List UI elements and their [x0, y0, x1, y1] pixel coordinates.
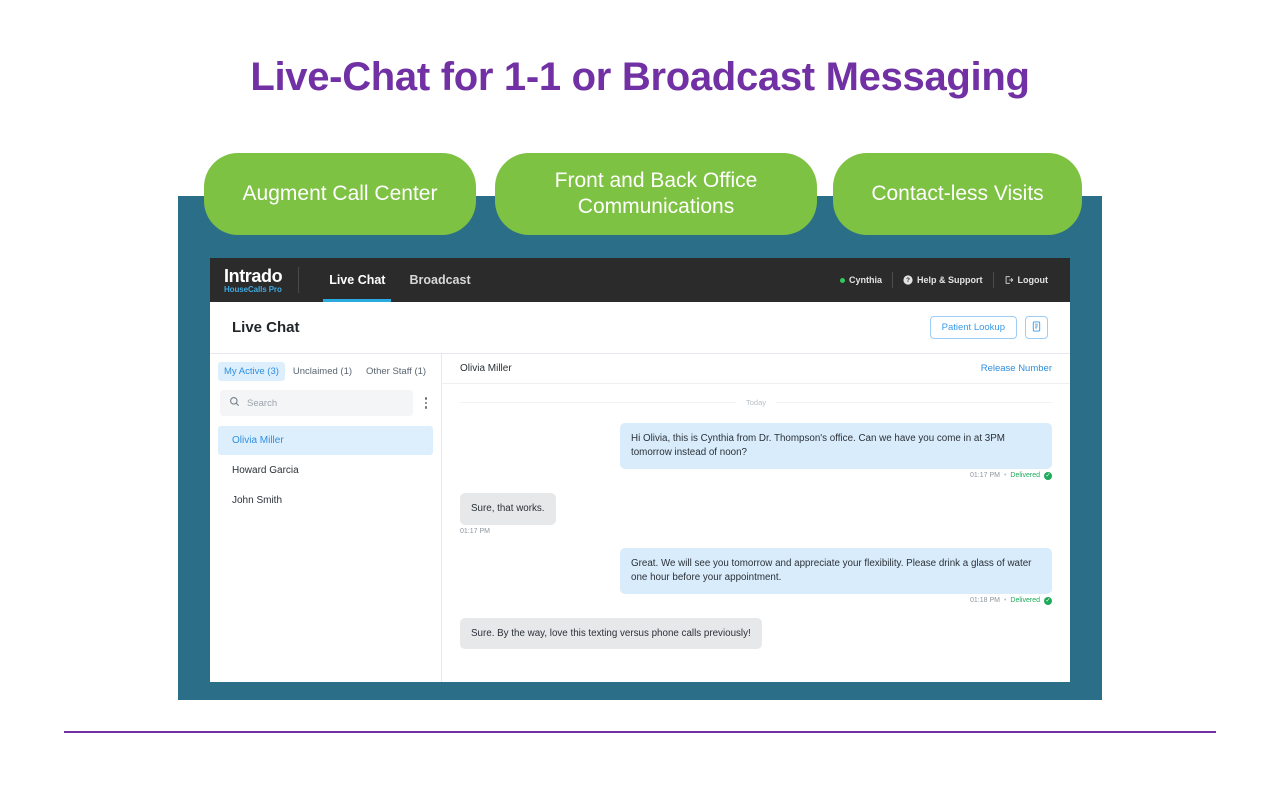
sidebar-search-row: Search: [210, 390, 441, 416]
message-bubble-outgoing: Great. We will see you tomorrow and appr…: [620, 547, 1052, 594]
day-divider: Today: [460, 398, 1052, 407]
feature-pill-contactless-visits: Contact-less Visits: [833, 153, 1082, 235]
message-meta: 01:17 PM • Delivered ✓: [460, 471, 1052, 480]
logout-label: Logout: [1017, 275, 1049, 285]
contact-name: John Smith: [232, 495, 283, 506]
feature-pill-front-back-office: Front and Back Office Communications: [495, 153, 817, 235]
svg-text:?: ?: [906, 277, 910, 284]
user-name: Cynthia: [848, 275, 882, 285]
online-status-dot-icon: [839, 277, 845, 283]
message-meta: 01:18 PM • Delivered ✓: [460, 596, 1052, 605]
page-header: Live Chat Patient Lookup: [210, 302, 1070, 354]
sidebar-filter-tabs: My Active (3) Unclaimed (1) Other Staff …: [210, 354, 441, 390]
app-top-nav: Intrado HouseCalls Pro Live Chat Broadca…: [210, 258, 1070, 302]
feature-pill-augment-call-center: Augment Call Center: [204, 153, 476, 235]
sidebar-tab-my-active[interactable]: My Active (3): [218, 362, 285, 381]
contact-name: Howard Garcia: [232, 465, 299, 476]
page-header-actions: Patient Lookup: [929, 315, 1048, 340]
feature-pill-group: Augment Call Center Front and Back Offic…: [190, 153, 1096, 235]
brand-subtitle: HouseCalls Pro: [224, 284, 282, 294]
release-number-link[interactable]: Release Number: [981, 363, 1052, 374]
current-user[interactable]: Cynthia: [830, 275, 892, 285]
nav-tab-list: Live Chat Broadcast: [317, 258, 482, 302]
tab-broadcast[interactable]: Broadcast: [397, 258, 482, 302]
brand-logo[interactable]: Intrado HouseCalls Pro: [210, 267, 298, 294]
message-status: Delivered: [1010, 472, 1040, 480]
search-placeholder: Search: [247, 397, 278, 409]
logout-button[interactable]: Logout: [994, 275, 1059, 285]
help-label: Help & Support: [917, 275, 983, 285]
help-and-support-button[interactable]: ? Help & Support: [893, 275, 993, 285]
message-status: Delivered: [1010, 597, 1040, 605]
message-time: 01:18 PM: [970, 597, 1000, 605]
conversation-list: Olivia Miller Howard Garcia John Smith: [210, 426, 441, 515]
tab-live-chat[interactable]: Live Chat: [317, 258, 397, 302]
feature-pill-label: Contact-less Visits: [871, 182, 1044, 206]
patient-lookup-button[interactable]: Patient Lookup: [929, 315, 1017, 340]
tab-label: Live Chat: [329, 273, 386, 287]
search-icon: [229, 394, 240, 412]
list-item-john-smith[interactable]: John Smith: [218, 486, 433, 515]
message-thread[interactable]: Today Hi Olivia, this is Cynthia from Dr…: [442, 384, 1070, 682]
message-bubble-incoming: Sure. By the way, love this texting vers…: [460, 617, 762, 650]
nav-right-group: Cynthia ? Help & Support Logout: [830, 272, 1070, 288]
tab-label: Broadcast: [409, 273, 471, 287]
app-screenshot: Intrado HouseCalls Pro Live Chat Broadca…: [210, 258, 1070, 682]
logout-icon: [1004, 275, 1014, 285]
search-input[interactable]: Search: [220, 390, 413, 416]
contact-name: Olivia Miller: [232, 435, 284, 446]
chat-header: Olivia Miller Release Number: [442, 354, 1070, 384]
feature-pill-label: Augment Call Center: [242, 182, 438, 206]
list-item-olivia-miller[interactable]: Olivia Miller: [218, 426, 433, 455]
feature-pill-label: Front and Back Office Communications: [554, 169, 758, 218]
nav-separator: [298, 267, 300, 293]
message-time: 01:17 PM: [970, 472, 1000, 480]
chat-panel: Olivia Miller Release Number Today Hi Ol…: [442, 354, 1070, 682]
message-row: Sure. By the way, love this texting vers…: [460, 617, 1052, 650]
document-list-icon-button[interactable]: [1025, 316, 1048, 339]
page-title: Live-Chat for 1-1 or Broadcast Messaging: [250, 55, 1030, 99]
message-row: Sure, that works.: [460, 492, 1052, 525]
sidebar-tab-unclaimed[interactable]: Unclaimed (1): [287, 362, 358, 381]
delivered-check-icon: ✓: [1044, 471, 1052, 480]
app-body: My Active (3) Unclaimed (1) Other Staff …: [210, 354, 1070, 682]
section-title: Live Chat: [232, 319, 300, 336]
day-divider-label: Today: [746, 398, 767, 407]
message-row: Hi Olivia, this is Cynthia from Dr. Thom…: [460, 423, 1052, 469]
message-meta: 01:17 PM: [460, 528, 1052, 535]
message-bubble-outgoing: Hi Olivia, this is Cynthia from Dr. Thom…: [620, 423, 1052, 469]
meta-separator: •: [1003, 597, 1007, 605]
footer-divider: [64, 731, 1216, 733]
sidebar-tab-other-staff[interactable]: Other Staff (1): [360, 362, 432, 381]
document-list-icon: [1031, 320, 1042, 335]
brand-name: Intrado: [224, 265, 283, 286]
conversation-sidebar: My Active (3) Unclaimed (1) Other Staff …: [210, 354, 442, 682]
meta-separator: •: [1003, 472, 1007, 480]
slide: Live-Chat for 1-1 or Broadcast Messaging…: [0, 0, 1280, 800]
chat-contact-name: Olivia Miller: [460, 363, 512, 374]
delivered-check-icon: ✓: [1044, 596, 1052, 605]
message-time: 01:17 PM: [460, 527, 490, 535]
question-circle-icon: ?: [903, 275, 913, 285]
list-item-howard-garcia[interactable]: Howard Garcia: [218, 456, 433, 485]
message-bubble-incoming: Sure, that works.: [460, 492, 556, 525]
sidebar-overflow-menu-icon[interactable]: [419, 397, 433, 409]
message-row: Great. We will see you tomorrow and appr…: [460, 547, 1052, 594]
